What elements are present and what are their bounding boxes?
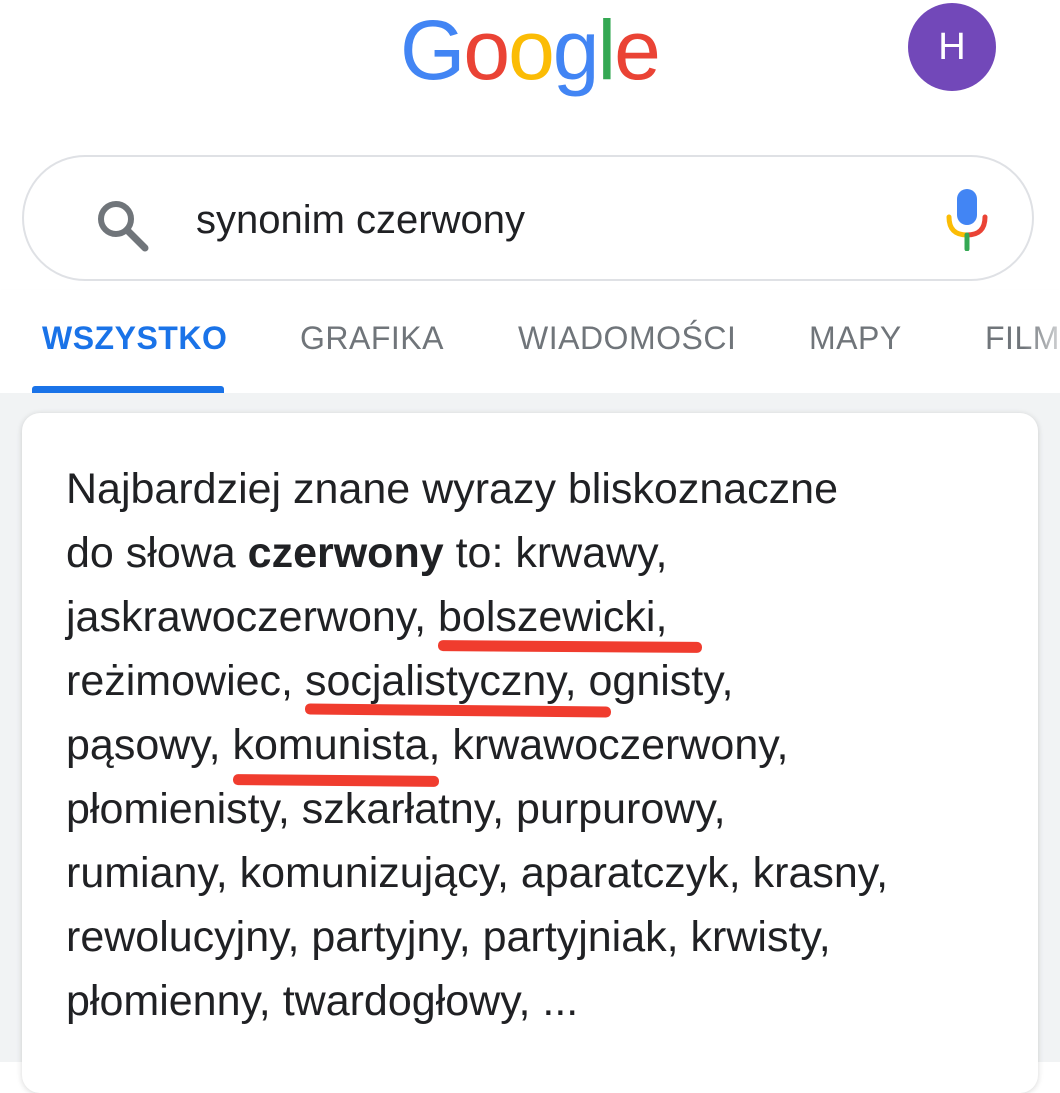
answer-line: reżimowiec, socjalistyczny, ognisty, [66,649,1006,718]
answer-line: rewolucyjny, partyjny, partyjniak, krwis… [66,913,831,961]
logo-letter: G [400,3,465,97]
marked-word: komunista [232,713,439,787]
answer-text: do słowa [66,529,248,577]
tab-all[interactable]: WSZYSTKO [42,320,227,357]
marked-word: bolszewicki, [437,585,703,653]
answer-text: to: krwawy, [443,529,668,577]
active-tab-indicator [32,386,224,393]
answer-text: ognisty, [576,657,734,705]
answer-line: płomienny, twardogłowy, ... [66,977,579,1025]
answer-line: jaskrawoczerwony, bolszewicki, [66,585,1006,653]
answer-text: pąsowy, [66,721,233,769]
answer-text: , krwawoczerwony, [428,721,789,769]
search-icon[interactable] [92,195,152,255]
answer-line: rumiany, komunizujący, aparatczyk, krasn… [66,849,889,897]
marked-word: socjalistyczny, [304,649,611,718]
tab-news[interactable]: WIADOMOŚCI [518,320,736,357]
tab-maps[interactable]: MAPY [809,320,902,357]
answer-text: jaskrawoczerwony, [66,593,438,641]
search-box[interactable]: synonim czerwony [22,155,1034,281]
logo-letter: o [463,3,510,97]
marked-word-text: bolszewicki, [438,593,668,641]
answer-line: do słowa czerwony to: krwawy, [66,521,1006,585]
red-underline [232,774,439,787]
google-logo[interactable]: Google [400,0,661,100]
marked-word-text: socjalistyczny, [304,657,577,705]
search-input[interactable]: synonim czerwony [196,195,525,245]
answer-text: reżimowiec, [66,657,305,705]
marked-word-text: komunista [232,721,429,769]
mic-icon[interactable] [944,187,990,251]
answer-line: Najbardziej znane wyrazy bliskoznaczne [66,465,838,513]
header: Google H [0,0,1060,150]
synonym-answer: Najbardziej znane wyrazy bliskoznaczne d… [66,457,1006,1033]
avatar[interactable]: H [908,3,996,91]
logo-letter: l [597,3,617,97]
tab-images[interactable]: GRAFIKA [300,320,444,357]
answer-line: pąsowy, komunista, krwawoczerwony, [66,713,1006,787]
logo-letter: g [552,3,600,97]
logo-letter: e [614,3,661,97]
tab-bar: WSZYSTKO GRAFIKA WIADOMOŚCI MAPY FILMY [0,290,1060,393]
query-term: czerwony [247,529,444,577]
logo-letter: o [508,3,555,97]
tab-videos[interactable]: FILMY [985,320,1060,357]
answer-line: płomienisty, szkarłatny, purpurowy, [66,785,726,833]
